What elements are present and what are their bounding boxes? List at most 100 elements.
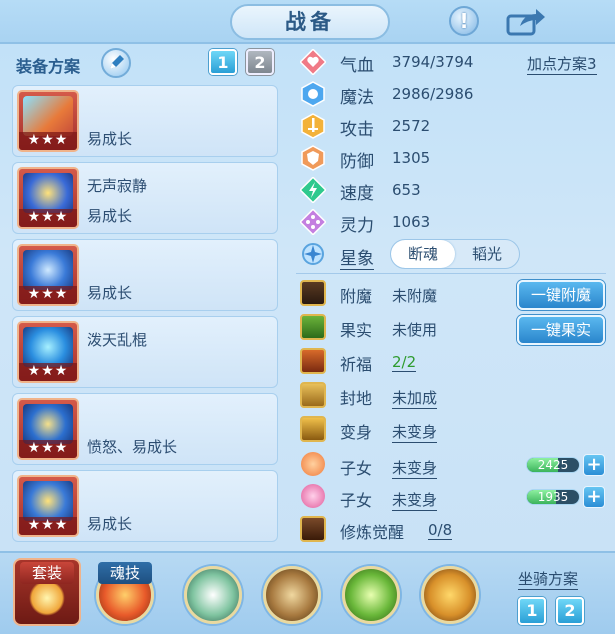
stat-value: 1305	[392, 149, 431, 167]
extra-value[interactable]: 2/2	[392, 353, 417, 372]
child-icon-2	[301, 484, 325, 508]
astro-option-taoguang[interactable]: 韬光	[455, 240, 519, 268]
equip-attr: 易成长	[87, 130, 133, 148]
set-glow-icon	[29, 580, 65, 616]
stat-value: 2572	[392, 117, 431, 135]
extra-value[interactable]: 未加成	[392, 387, 438, 409]
star-rating: ★★★	[19, 440, 77, 458]
extra-label: 子女	[340, 459, 373, 478]
equip-card[interactable]: ★★★ 易成长	[12, 239, 278, 311]
equip-attr: 易成长	[87, 284, 133, 302]
equip-card[interactable]: ★★★ 易成长	[12, 470, 278, 542]
fief-icon	[300, 382, 326, 408]
sword-wave-skill-icon[interactable]	[184, 566, 242, 624]
progress-text: 1935	[537, 490, 569, 504]
speed-icon	[300, 177, 326, 203]
child-icon-1	[301, 452, 325, 476]
gold-boots-icon: ★★★	[17, 475, 79, 537]
blue-necklace-icon: ★★★	[17, 398, 79, 460]
header-bar: 战备 !	[0, 0, 615, 44]
pencil-icon[interactable]	[101, 48, 131, 78]
equip-name: 无声寂静	[87, 177, 148, 195]
blue-staff-icon: ★★★	[17, 321, 79, 383]
magic-icon	[301, 81, 325, 107]
star-rating: ★★★	[19, 209, 77, 227]
extra-label: 封地	[340, 389, 373, 408]
astro-option-duanhun[interactable]: 断魂	[391, 240, 455, 268]
stat-value: 3794/3794	[392, 53, 474, 71]
mount-plan-1-button[interactable]: 1	[518, 597, 546, 625]
divider	[296, 273, 606, 274]
transform-icon	[300, 416, 326, 442]
one-click-enchant-button[interactable]: 一键附魔	[517, 280, 605, 310]
extra-label: 变身	[340, 423, 373, 442]
astro-label[interactable]: 星象	[340, 244, 374, 270]
equip-attr: 易成长	[87, 207, 133, 225]
spirit-icon	[300, 209, 326, 235]
equip-plan-1-button[interactable]: 1	[209, 49, 237, 75]
equip-card[interactable]: ★★★ 愤怒、易成长	[12, 393, 278, 465]
extra-value[interactable]: 0/8	[428, 521, 453, 540]
child-progress-bar-2: 1935	[526, 489, 580, 505]
equip-plan-title: 装备方案	[16, 57, 81, 76]
shadow-strike-skill-icon[interactable]	[421, 566, 479, 624]
mount-plan-2-button[interactable]: 2	[556, 597, 584, 625]
child-add-button-2[interactable]: +	[583, 486, 605, 508]
one-click-fruit-button[interactable]: 一键果实	[517, 315, 605, 345]
heart-icon	[300, 49, 326, 75]
extra-value[interactable]: 未变身	[392, 457, 438, 479]
page-title: 战备	[230, 4, 390, 40]
star-rating: ★★★	[19, 286, 77, 304]
soul-skill-tab-label[interactable]: 魂技	[98, 562, 152, 584]
stat-value: 653	[392, 181, 421, 199]
star-compass-icon	[302, 243, 324, 265]
golden-helmet-icon: ★★★	[17, 167, 79, 229]
extra-label: 子女	[340, 491, 373, 510]
add-point-plan-link[interactable]: 加点方案3	[527, 53, 597, 75]
share-icon[interactable]	[506, 8, 546, 36]
extra-value: 未使用	[392, 321, 438, 339]
bless-icon	[300, 348, 326, 374]
progress-text: 2425	[537, 458, 569, 472]
pencil-glyph	[110, 55, 124, 69]
equip-card[interactable]: ★★★ 泼天乱棍	[12, 316, 278, 388]
double-sword-skill-icon[interactable]	[342, 566, 400, 624]
extra-label: 果实	[340, 321, 373, 340]
equip-plan-2-button[interactable]: 2	[246, 49, 274, 75]
star-rating: ★★★	[19, 363, 77, 381]
stat-label: 速度	[340, 184, 374, 204]
child-add-button-1[interactable]: +	[583, 454, 605, 476]
extra-value[interactable]: 未变身	[392, 489, 438, 511]
extra-label: 祈福	[340, 355, 373, 374]
exclamation-icon[interactable]: !	[449, 6, 479, 36]
extra-value: 未附魔	[392, 287, 438, 305]
stat-label: 灵力	[340, 216, 374, 236]
enchant-icon	[300, 280, 326, 306]
mount-plan-title[interactable]: 坐骑方案	[518, 568, 579, 590]
equip-attr: 易成长	[87, 515, 133, 533]
equip-card[interactable]: ★★★ 无声寂静 易成长	[12, 162, 278, 234]
blue-armor-icon: ★★★	[17, 244, 79, 306]
bow-skill-icon[interactable]	[263, 566, 321, 624]
extra-value[interactable]: 未变身	[392, 421, 438, 443]
star-rating: ★★★	[19, 132, 77, 150]
ice-sword-icon: ★★★	[17, 90, 79, 152]
equip-attr: 愤怒、易成长	[87, 438, 178, 456]
battle-prep-screen: 战备 ! 装备方案 1 2 ★★★ 易成长 ★★★ 无声寂静 易成长 ★★★ 易…	[0, 0, 615, 634]
cultivation-icon	[300, 516, 326, 542]
child-progress-bar-1: 2425	[526, 457, 580, 473]
stat-label: 魔法	[340, 88, 374, 108]
sword-icon	[301, 113, 325, 139]
stat-label: 气血	[340, 56, 374, 76]
stat-value: 2986/2986	[392, 85, 474, 103]
shield-icon	[301, 145, 325, 171]
fruit-icon	[300, 314, 326, 340]
astro-toggle[interactable]: 断魂 韬光	[390, 239, 520, 269]
stat-label: 攻击	[340, 120, 374, 140]
extra-label: 附魔	[340, 287, 373, 306]
star-rating: ★★★	[19, 517, 77, 535]
extra-label: 修炼觉醒	[340, 523, 405, 542]
stat-value: 1063	[392, 213, 431, 231]
set-tab-label[interactable]: 套装	[20, 562, 74, 584]
equip-card[interactable]: ★★★ 易成长	[12, 85, 278, 157]
